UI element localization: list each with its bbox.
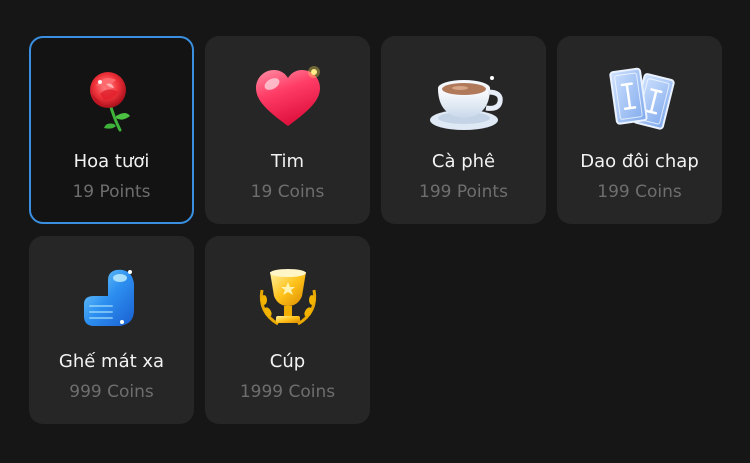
gift-name: Cà phê <box>431 151 496 172</box>
gift-price: 199 Points <box>419 182 508 202</box>
massage-chair-icon <box>72 260 152 340</box>
gift-card-trophy[interactable]: Cúp 1999 Coins <box>205 236 370 424</box>
gift-card-massage-chair[interactable]: Ghế mát xa 999 Coins <box>29 236 194 424</box>
gift-name: Cúp <box>269 351 306 372</box>
gift-name: Dao đôi chap <box>580 151 699 172</box>
gift-price: 999 Coins <box>69 382 154 402</box>
gift-card-tarot[interactable]: Dao đôi chap 199 Coins <box>557 36 722 224</box>
gift-price: 19 Coins <box>250 182 325 202</box>
gift-name: Tim <box>271 151 304 172</box>
gift-card-coffee[interactable]: Cà phê 199 Points <box>381 36 546 224</box>
heart-icon <box>248 60 328 140</box>
gift-panel: Hoa tươi 19 Points Tim 19 Coins Cà phê 1… <box>0 0 750 463</box>
gift-price: 199 Coins <box>597 182 682 202</box>
gift-price: 19 Points <box>72 182 151 202</box>
trophy-icon <box>248 260 328 340</box>
gift-price: 1999 Coins <box>239 382 336 402</box>
coffee-cup-icon <box>424 60 504 140</box>
gift-name: Hoa tươi <box>73 151 150 172</box>
gift-grid: Hoa tươi 19 Points Tim 19 Coins Cà phê 1… <box>29 36 722 424</box>
gift-card-heart[interactable]: Tim 19 Coins <box>205 36 370 224</box>
gift-card-rose[interactable]: Hoa tươi 19 Points <box>29 36 194 224</box>
gift-name: Ghế mát xa <box>58 351 165 372</box>
tarot-cards-icon <box>600 60 680 140</box>
rose-icon <box>70 60 150 140</box>
